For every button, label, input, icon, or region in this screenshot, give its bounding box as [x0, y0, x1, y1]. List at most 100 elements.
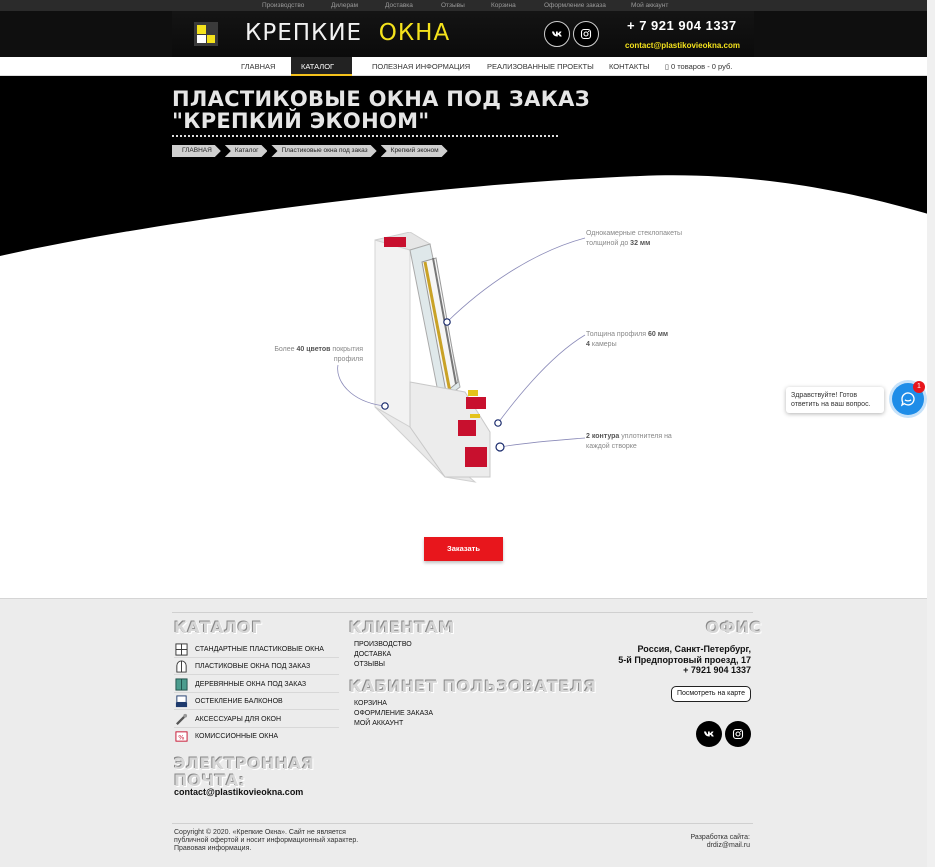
developer-credit-label: Разработка сайта: [690, 834, 750, 841]
logo-icon[interactable] [194, 22, 218, 46]
footer-catalog-item-label: АКСЕССУАРЫ ДЛЯ ОКОН [195, 715, 282, 723]
feature-label-glass-value: 32 мм [630, 239, 651, 247]
arched-window-icon [174, 659, 188, 673]
footer-clients-heading: КЛИЕНТАМ [349, 618, 455, 637]
footer-email-heading: ЭЛЕКТРОННАЯ ПОЧТА: [174, 755, 314, 789]
feature-label-profile-value: 60 мм [648, 331, 669, 338]
footer-link-cart[interactable]: КОРЗИНА [354, 700, 387, 707]
feature-label-seal: 2 контура уплотнителя на каждой створке [586, 432, 686, 451]
nav-item-projects[interactable]: РЕАЛИЗОВАННЫЕ ПРОЕКТЫ [487, 57, 594, 76]
breadcrumb-catalog[interactable]: Каталог [225, 145, 268, 157]
page-title: ПЛАСТИКОВЫЕ ОКНА ПОД ЗАКАЗ "КРЕПКИЙ ЭКОН… [172, 88, 590, 132]
footer-bottom-divider [172, 823, 753, 824]
top-bar: Производство Дилерам Доставка Отзывы Кор… [0, 0, 935, 11]
header-phone[interactable]: + 7 921 904 1337 [627, 18, 737, 33]
copyright-line2: публичной офертой и носит информационный… [174, 837, 359, 844]
logo-text[interactable]: КРЕПКИЕ ОКНА [245, 20, 450, 46]
order-button[interactable]: Заказать [424, 537, 503, 561]
nav-item-catalog[interactable]: КАТАЛОГ [291, 57, 352, 89]
page-title-line1: ПЛАСТИКОВЫЕ ОКНА ПОД ЗАКАЗ [172, 87, 590, 111]
feature-label-glass: Однокамерные стеклопакеты толщиной до 32… [586, 229, 696, 248]
footer-link-reviews[interactable]: ОТЗЫВЫ [354, 661, 385, 668]
footer-catalog-heading: КАТАЛОГ [174, 618, 262, 637]
nav-item-catalog-label: КАТАЛОГ [301, 62, 335, 71]
page-title-line2: "КРЕПКИЙ ЭКОНОМ" [172, 109, 430, 133]
vk-button[interactable] [544, 21, 570, 47]
top-link-delivery[interactable]: Доставка [385, 0, 441, 11]
footer-link-production[interactable]: ПРОИЗВОДСТВО [354, 641, 412, 648]
footer-catalog-item-label: ОСТЕКЛЕНИЕ БАЛКОНОВ [195, 697, 283, 705]
copyright: Copyright © 2020. «Крепкие Окна». Сайт н… [174, 829, 374, 853]
footer-instagram-button[interactable] [725, 721, 751, 747]
legal-info-link[interactable]: Правовая информация. [174, 845, 374, 853]
callout-lines [337, 237, 586, 452]
site-footer [0, 598, 927, 867]
breadcrumb-home[interactable]: ГЛАВНАЯ [172, 145, 221, 157]
top-link-production[interactable]: Производство [262, 0, 331, 11]
footer-catalog-item-label: ДЕРЕВЯННЫЕ ОКНА ПОД ЗАКАЗ [195, 680, 307, 688]
footer-vk-button[interactable] [696, 721, 722, 747]
site-header [0, 11, 935, 57]
office-city: Россия, Санкт-Петербург, [637, 644, 751, 654]
discount-tag-icon: % [174, 730, 188, 744]
footer-catalog-item-commission[interactable]: % КОМИССИОННЫЕ ОКНА [174, 728, 339, 745]
top-link-reviews[interactable]: Отзывы [441, 0, 491, 11]
main-nav: ГЛАВНАЯ КАТАЛОГ ПОЛЕЗНАЯ ИНФОРМАЦИЯ РЕАЛ… [0, 57, 935, 89]
footer-email[interactable]: contact@plastikovieokna.com [174, 787, 303, 797]
feature-label-colors-value: 40 цветов [296, 346, 331, 353]
office-phone[interactable]: + 7921 904 1337 [683, 665, 751, 675]
wooden-window-icon [174, 677, 188, 691]
instagram-icon [732, 728, 744, 740]
logo-text-part2: ОКНА [378, 20, 451, 46]
breadcrumb-current: Крепкий эконом [381, 145, 448, 157]
nav-item-home[interactable]: ГЛАВНАЯ [241, 57, 275, 76]
footer-catalog-item-standard[interactable]: СТАНДАРТНЫЕ ПЛАСТИКОВЫЕ ОКНА [174, 641, 339, 658]
footer-cabinet-heading: КАБИНЕТ ПОЛЬЗОВАТЕЛЯ [349, 677, 597, 696]
feature-label-seal-value: 2 контура [586, 433, 620, 440]
cart-text: 0 товаров - 0 руб. [670, 62, 733, 71]
footer-catalog-item-accessories[interactable]: АКСЕССУАРЫ ДЛЯ ОКОН [174, 711, 339, 728]
footer-office-heading: ОФИС [706, 618, 762, 637]
footer-catalog-item-wooden[interactable]: ДЕРЕВЯННЫЕ ОКНА ПОД ЗАКАЗ [174, 676, 339, 693]
footer-catalog-item-balcony[interactable]: ОСТЕКЛЕНИЕ БАЛКОНОВ [174, 693, 339, 710]
top-link-cart[interactable]: Корзина [491, 0, 544, 11]
window-icon [174, 642, 188, 656]
show-map-button[interactable]: Посмотреть на карте [671, 686, 751, 702]
footer-link-account[interactable]: МОЙ АККАУНТ [354, 720, 403, 727]
cart-summary[interactable]: ▯ 0 товаров - 0 руб. [665, 57, 732, 77]
nav-item-contacts[interactable]: КОНТАКТЫ [609, 57, 649, 76]
footer-catalog-item-custom[interactable]: ПЛАСТИКОВЫЕ ОКНА ПОД ЗАКАЗ [174, 658, 339, 675]
footer-email-heading-line1: ЭЛЕКТРОННАЯ [174, 754, 315, 773]
office-street: 5-й Предпортовый проезд, 17 [618, 655, 751, 665]
nav-item-useful-info[interactable]: ПОЛЕЗНАЯ ИНФОРМАЦИЯ [372, 57, 470, 76]
feature-label-chambers-value: 4 [586, 340, 590, 348]
top-link-checkout[interactable]: Оформление заказа [544, 0, 631, 11]
feature-label-profile: Толщина профиля 60 мм 4 камеры [586, 330, 686, 349]
breadcrumb: ГЛАВНАЯ Каталог Пластиковые окна под зак… [172, 145, 452, 157]
footer-top-divider [172, 612, 753, 613]
chat-greeting[interactable]: Здравствуйте! Готов ответить на ваш вопр… [786, 387, 884, 413]
top-link-dealers[interactable]: Дилерам [331, 0, 385, 11]
footer-catalog-item-label: ПЛАСТИКОВЫЕ ОКНА ПОД ЗАКАЗ [195, 662, 311, 670]
instagram-button[interactable] [573, 21, 599, 47]
header-email[interactable]: contact@plastikovieokna.com [625, 41, 740, 50]
svg-text:%: % [178, 733, 184, 741]
vk-icon [552, 31, 562, 37]
title-divider [172, 135, 558, 137]
developer-email[interactable]: drdiz@mail.ru [688, 842, 750, 850]
footer-link-delivery[interactable]: ДОСТАВКА [354, 651, 391, 658]
footer-link-checkout[interactable]: ОФОРМЛЕНИЕ ЗАКАЗА [354, 710, 433, 717]
breadcrumb-custom-windows[interactable]: Пластиковые окна под заказ [271, 145, 376, 157]
top-link-account[interactable]: Мой аккаунт [631, 0, 691, 11]
window-handle-icon [174, 712, 188, 726]
footer-catalog-item-label: КОМИССИОННЫЕ ОКНА [195, 733, 279, 740]
feature-label-profile-text: Толщина профиля [586, 331, 647, 338]
top-links: Производство Дилерам Доставка Отзывы Кор… [262, 0, 691, 11]
feature-label-chambers-text: камеры [591, 340, 617, 348]
logo-text-part1: КРЕПКИЕ [245, 20, 363, 46]
vk-icon [704, 731, 714, 737]
page-scrollbar[interactable] [927, 0, 935, 867]
feature-label-colors: Более 40 цветов покрытия профиля [262, 345, 363, 364]
footer-catalog-item-label: СТАНДАРТНЫЕ ПЛАСТИКОВЫЕ ОКНА [195, 645, 324, 653]
balcony-icon [174, 694, 188, 708]
